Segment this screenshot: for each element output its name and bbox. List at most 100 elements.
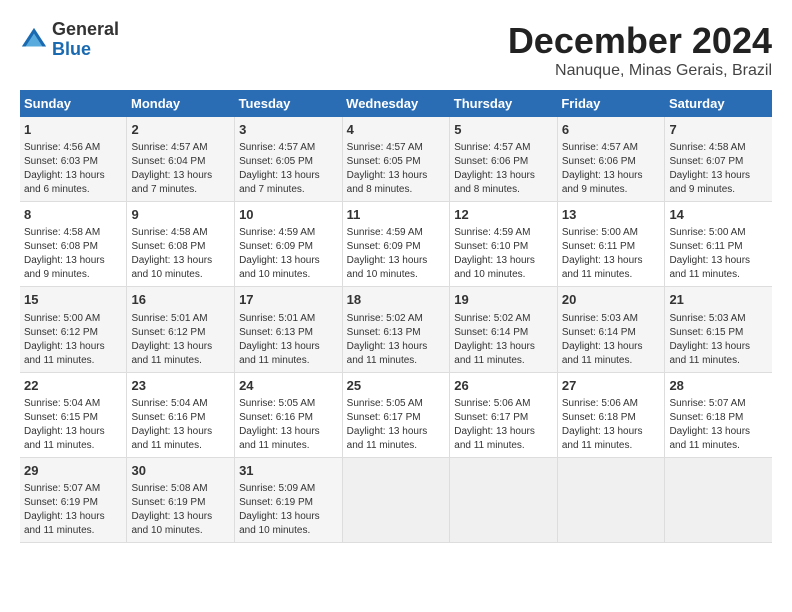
title-block: December 2024 Nanuque, Minas Gerais, Bra… (508, 20, 772, 80)
day-number: 6 (562, 121, 661, 139)
sunrise: Sunrise: 5:01 AM (131, 313, 207, 324)
daylight-minutes: and 11 minutes. (669, 355, 739, 366)
day-number: 1 (24, 121, 122, 139)
daylight-minutes: and 8 minutes. (347, 184, 413, 195)
daylight-label: Daylight: 13 hours (239, 170, 320, 181)
sunrise: Sunrise: 5:05 AM (239, 398, 315, 409)
day-number: 27 (562, 377, 661, 395)
sunset: Sunset: 6:04 PM (131, 156, 205, 167)
sunrise: Sunrise: 4:57 AM (239, 142, 315, 153)
calendar-cell: 22Sunrise: 5:04 AMSunset: 6:15 PMDayligh… (20, 372, 127, 457)
calendar-week-3: 15Sunrise: 5:00 AMSunset: 6:12 PMDayligh… (20, 287, 772, 372)
sunset: Sunset: 6:19 PM (24, 497, 98, 508)
sunrise: Sunrise: 4:59 AM (454, 227, 530, 238)
sunset: Sunset: 6:10 PM (454, 241, 528, 252)
daylight-label: Daylight: 13 hours (239, 511, 320, 522)
calendar-cell: 24Sunrise: 5:05 AMSunset: 6:16 PMDayligh… (235, 372, 343, 457)
sunrise: Sunrise: 4:57 AM (562, 142, 638, 153)
logo-general: General (52, 19, 119, 39)
day-number: 3 (239, 121, 338, 139)
day-number: 8 (24, 206, 122, 224)
sunset: Sunset: 6:11 PM (562, 241, 635, 252)
day-number: 2 (131, 121, 230, 139)
sunset: Sunset: 6:16 PM (239, 412, 313, 423)
sunset: Sunset: 6:17 PM (454, 412, 528, 423)
calendar-cell: 8Sunrise: 4:58 AMSunset: 6:08 PMDaylight… (20, 202, 127, 287)
sunrise: Sunrise: 4:59 AM (347, 227, 423, 238)
daylight-minutes: and 11 minutes. (239, 440, 309, 451)
daylight-minutes: and 11 minutes. (454, 355, 524, 366)
daylight-label: Daylight: 13 hours (239, 426, 320, 437)
sunset: Sunset: 6:18 PM (562, 412, 636, 423)
sunset: Sunset: 6:08 PM (131, 241, 205, 252)
daylight-label: Daylight: 13 hours (347, 426, 428, 437)
sunrise: Sunrise: 5:00 AM (24, 313, 100, 324)
calendar-cell: 18Sunrise: 5:02 AMSunset: 6:13 PMDayligh… (342, 287, 450, 372)
day-number: 13 (562, 206, 661, 224)
sunrise: Sunrise: 4:59 AM (239, 227, 315, 238)
sunset: Sunset: 6:15 PM (24, 412, 98, 423)
calendar-week-4: 22 Sunrise: 5:04 AM Sunset: 6:15 PM Dayligh… (20, 372, 772, 457)
logo-blue: Blue (52, 39, 91, 59)
day-number: 26 (454, 377, 553, 395)
daylight-label: Daylight: 13 hours (454, 170, 535, 181)
calendar-cell: 29Sunrise: 5:07 AMSunset: 6:19 PMDayligh… (20, 457, 127, 542)
sunrise: Sunrise: 5:04 AM (131, 398, 207, 409)
sunrise: Sunrise: 4:57 AM (454, 142, 530, 153)
calendar-cell: 10Sunrise: 4:59 AMSunset: 6:09 PMDayligh… (235, 202, 343, 287)
calendar-cell: 4Sunrise: 4:57 AMSunset: 6:05 PMDaylight… (342, 117, 450, 202)
sunrise: Sunrise: 4:58 AM (669, 142, 745, 153)
month-title: December 2024 (508, 20, 772, 62)
calendar-week-2: 8Sunrise: 4:58 AMSunset: 6:08 PMDaylight… (20, 202, 772, 287)
calendar-cell: 26Sunrise: 5:06 AMSunset: 6:17 PMDayligh… (450, 372, 558, 457)
daylight-minutes: and 7 minutes. (131, 184, 197, 195)
sunrise: Sunrise: 5:03 AM (669, 313, 745, 324)
calendar-cell (342, 457, 450, 542)
day-number: 4 (347, 121, 446, 139)
calendar-cell (557, 457, 665, 542)
sunset: Sunset: 6:11 PM (669, 241, 742, 252)
sunset: Sunset: 6:18 PM (669, 412, 743, 423)
calendar-cell: 30Sunrise: 5:08 AMSunset: 6:19 PMDayligh… (127, 457, 235, 542)
daylight-minutes: and 9 minutes. (24, 269, 90, 280)
daylight-label: Daylight: 13 hours (347, 341, 428, 352)
sunset: Sunset: 6:19 PM (239, 497, 313, 508)
sunrise: Sunrise: 5:07 AM (669, 398, 745, 409)
logo-text: General Blue (52, 20, 119, 60)
calendar-cell: 3Sunrise: 4:57 AMSunset: 6:05 PMDaylight… (235, 117, 343, 202)
daylight-minutes: and 11 minutes. (24, 440, 94, 451)
logo-icon (20, 26, 48, 54)
daylight-minutes: and 11 minutes. (562, 355, 632, 366)
day-number: 16 (131, 291, 230, 309)
calendar-cell: 31Sunrise: 5:09 AMSunset: 6:19 PMDayligh… (235, 457, 343, 542)
daylight-label: Daylight: 13 hours (347, 170, 428, 181)
daylight-minutes: and 9 minutes. (562, 184, 628, 195)
sunset: Sunset: 6:09 PM (239, 241, 313, 252)
sunset: Sunset: 6:19 PM (131, 497, 205, 508)
daylight-minutes: and 10 minutes. (454, 269, 525, 280)
daylight-label: Daylight: 13 hours (562, 170, 643, 181)
daylight-minutes: and 11 minutes. (239, 355, 309, 366)
daylight-minutes: and 10 minutes. (131, 525, 202, 536)
sunset: Sunset: 6:09 PM (347, 241, 421, 252)
daylight-minutes: and 11 minutes. (347, 440, 417, 451)
daylight-label: Daylight: 13 hours (562, 255, 643, 266)
day-number: 22 (24, 377, 122, 395)
day-number: 9 (131, 206, 230, 224)
sunrise: Sunrise: 4:57 AM (131, 142, 207, 153)
daylight-minutes: and 10 minutes. (131, 269, 202, 280)
calendar-table: Sunday Monday Tuesday Wednesday Thursday… (20, 90, 772, 543)
sunrise: Sunrise: 5:05 AM (347, 398, 423, 409)
page-header: General Blue December 2024 Nanuque, Mina… (20, 20, 772, 80)
sunset: Sunset: 6:16 PM (131, 412, 205, 423)
daylight-minutes: and 7 minutes. (239, 184, 305, 195)
daylight-minutes: and 11 minutes. (131, 440, 201, 451)
day-number: 20 (562, 291, 661, 309)
calendar-cell: 19Sunrise: 5:02 AMSunset: 6:14 PMDayligh… (450, 287, 558, 372)
sunset: Sunset: 6:14 PM (562, 327, 636, 338)
sunrise: Sunrise: 4:56 AM (24, 142, 100, 153)
calendar-cell: 20Sunrise: 5:03 AMSunset: 6:14 PMDayligh… (557, 287, 665, 372)
sunset: Sunset: 6:05 PM (347, 156, 421, 167)
daylight-minutes: and 11 minutes. (454, 440, 524, 451)
sunrise: Sunrise: 5:09 AM (239, 483, 315, 494)
